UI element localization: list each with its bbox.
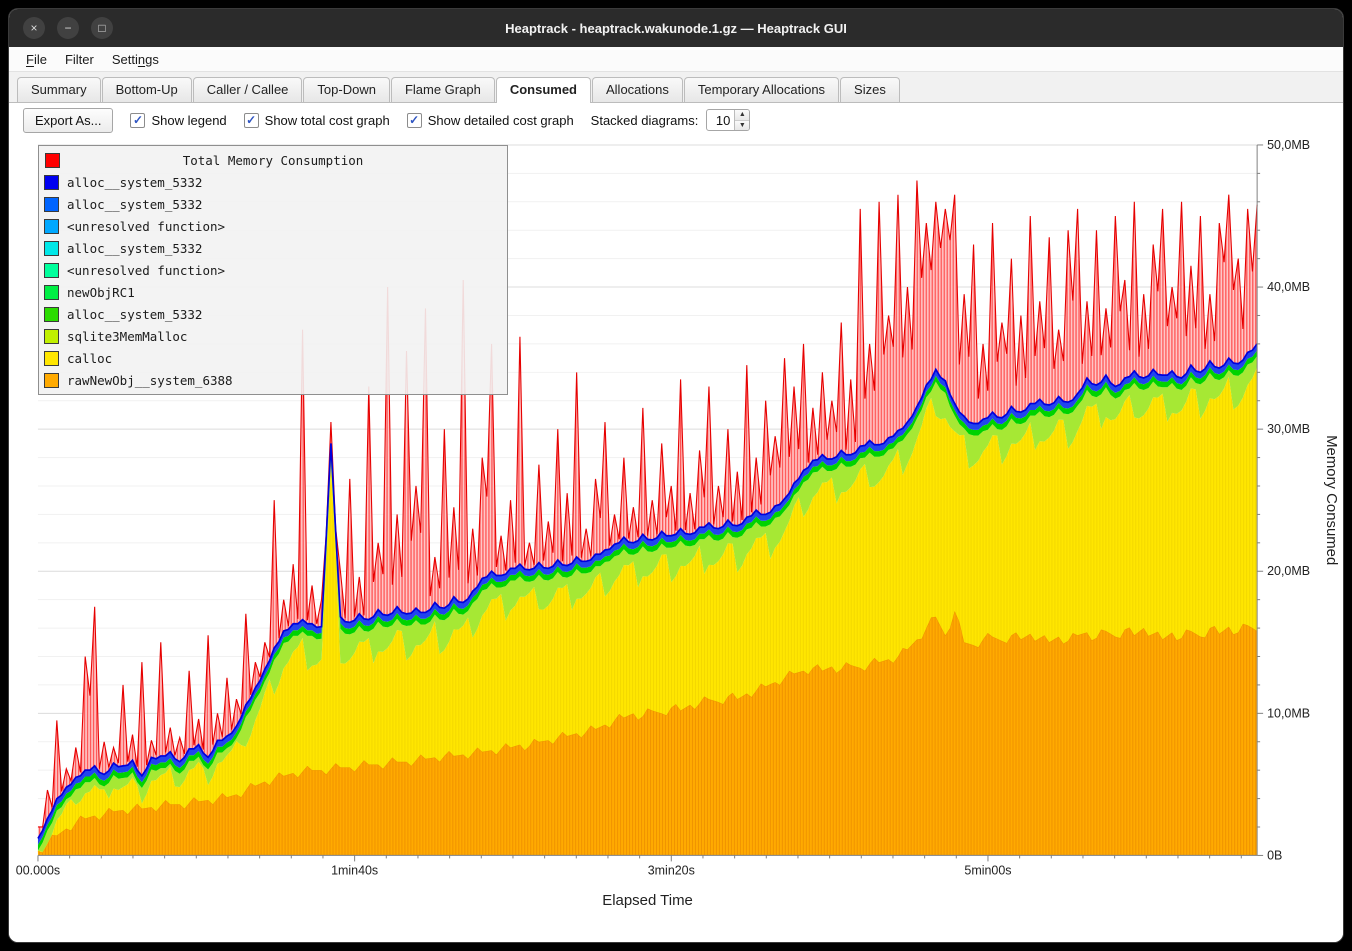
legend-swatch: [44, 197, 59, 212]
legend-label: alloc__system_5332: [67, 175, 202, 190]
maximize-button[interactable]: □: [91, 17, 113, 39]
legend-title-row: Total Memory Consumption: [44, 149, 502, 171]
legend-label: <unresolved function>: [67, 263, 225, 278]
legend-entry: alloc__system_5332: [44, 193, 502, 215]
legend-swatch: [44, 351, 59, 366]
tab-summary[interactable]: Summary: [17, 77, 101, 102]
tab-top-down[interactable]: Top-Down: [303, 77, 390, 102]
menu-file[interactable]: File: [17, 49, 56, 70]
y-axis-title: Memory Consumed: [1323, 435, 1340, 565]
tab-caller-callee[interactable]: Caller / Callee: [193, 77, 303, 102]
maximize-icon: □: [98, 22, 105, 34]
legend-entry: alloc__system_5332: [44, 303, 502, 325]
checkbox-check-icon[interactable]: ✓: [244, 113, 259, 128]
legend-entry: sqlite3MemMalloc: [44, 325, 502, 347]
x-tick-label: 00.000s: [16, 863, 60, 877]
checkbox-label: Show total cost graph: [265, 113, 390, 128]
checkbox-group: ✓ Show legend ✓ Show total cost graph ✓ Show …: [130, 113, 573, 128]
stacked-diagrams-control: Stacked diagrams: 10 ▲ ▼: [591, 109, 751, 131]
legend-entry: <unresolved function>: [44, 215, 502, 237]
legend-swatch: [44, 373, 59, 388]
legend-title: Total Memory Consumption: [183, 153, 364, 168]
legend-title-swatch: [45, 153, 60, 168]
app-window: × − □ Heaptrack - heaptrack.wakunode.1.gz …: [8, 8, 1344, 943]
window-controls: × − □: [23, 9, 113, 47]
legend-swatch: [44, 241, 59, 256]
tab-sizes[interactable]: Sizes: [840, 77, 900, 102]
checkbox-show-legend[interactable]: ✓ Show legend: [130, 113, 226, 128]
legend-swatch: [44, 329, 59, 344]
close-icon: ×: [30, 22, 37, 34]
x-axis-title: Elapsed Time: [602, 892, 693, 909]
x-tick-label: 1min40s: [331, 863, 378, 877]
legend-swatch: [44, 219, 59, 234]
spin-down-icon[interactable]: ▼: [735, 121, 749, 131]
legend-label: newObjRC1: [67, 285, 135, 300]
legend-entry: alloc__system_5332: [44, 171, 502, 193]
x-tick-label: 5min00s: [964, 863, 1011, 877]
spinner-arrows: ▲ ▼: [734, 110, 749, 130]
legend-label: alloc__system_5332: [67, 197, 202, 212]
legend-entry: rawNewObj__system_6388: [44, 369, 502, 391]
stacked-diagrams-spinbox[interactable]: 10 ▲ ▼: [706, 109, 750, 131]
legend-entry: <unresolved function>: [44, 259, 502, 281]
y-tick-label: 30,0MB: [1267, 422, 1310, 436]
y-tick-label: 20,0MB: [1267, 564, 1310, 578]
export-as-button[interactable]: Export As...: [23, 108, 113, 133]
tab-allocations[interactable]: Allocations: [592, 77, 683, 102]
window-title: Heaptrack - heaptrack.wakunode.1.gz — He…: [505, 21, 847, 36]
y-tick-label: 0B: [1267, 848, 1282, 862]
legend-swatch: [44, 175, 59, 190]
checkbox-show-total-cost-graph[interactable]: ✓ Show total cost graph: [244, 113, 390, 128]
legend-entry: alloc__system_5332: [44, 237, 502, 259]
checkbox-label: Show legend: [151, 113, 226, 128]
spin-up-icon[interactable]: ▲: [735, 110, 749, 121]
legend-label: <unresolved function>: [67, 219, 225, 234]
tab-bottom-up[interactable]: Bottom-Up: [102, 77, 192, 102]
titlebar: × − □ Heaptrack - heaptrack.wakunode.1.gz …: [9, 9, 1343, 47]
y-tick-label: 40,0MB: [1267, 280, 1310, 294]
legend-label: alloc__system_5332: [67, 241, 202, 256]
minimize-button[interactable]: −: [57, 17, 79, 39]
legend-swatch: [44, 285, 59, 300]
minimize-icon: −: [64, 22, 71, 34]
chart-legend: Total Memory Consumption alloc__system_5…: [38, 145, 508, 395]
legend-label: calloc: [67, 351, 112, 366]
legend-swatch: [44, 263, 59, 278]
y-tick-label: 50,0MB: [1267, 138, 1310, 152]
menu-settings[interactable]: Settings: [103, 49, 168, 70]
tab-bar: SummaryBottom-UpCaller / CalleeTop-DownF…: [9, 72, 1343, 103]
tab-consumed[interactable]: Consumed: [496, 77, 591, 103]
legend-label: sqlite3MemMalloc: [67, 329, 187, 344]
stacked-diagrams-label: Stacked diagrams:: [591, 113, 699, 128]
close-button[interactable]: ×: [23, 17, 45, 39]
legend-entry: calloc: [44, 347, 502, 369]
checkbox-check-icon[interactable]: ✓: [130, 113, 145, 128]
menubar: FileFilterSettings: [9, 47, 1343, 72]
legend-entry: newObjRC1: [44, 281, 502, 303]
legend-swatch: [44, 307, 59, 322]
y-tick-label: 10,0MB: [1267, 706, 1310, 720]
checkbox-show-detailed-cost-graph[interactable]: ✓ Show detailed cost graph: [407, 113, 574, 128]
memory-chart-area[interactable]: 00.000s 1min40s 3min20s 5min00s 0B 10,0MB 20,0…: [9, 137, 1343, 942]
checkbox-check-icon[interactable]: ✓: [407, 113, 422, 128]
tab-flame-graph[interactable]: Flame Graph: [391, 77, 495, 102]
x-tick-label: 3min20s: [648, 863, 695, 877]
toolbar: Export As... ✓ Show legend ✓ Show total cos…: [9, 103, 1343, 137]
menu-filter[interactable]: Filter: [56, 49, 103, 70]
stacked-diagrams-value[interactable]: 10: [707, 110, 734, 130]
checkbox-label: Show detailed cost graph: [428, 113, 574, 128]
legend-label: rawNewObj__system_6388: [67, 373, 233, 388]
legend-label: alloc__system_5332: [67, 307, 202, 322]
tab-temporary-allocations[interactable]: Temporary Allocations: [684, 77, 839, 102]
